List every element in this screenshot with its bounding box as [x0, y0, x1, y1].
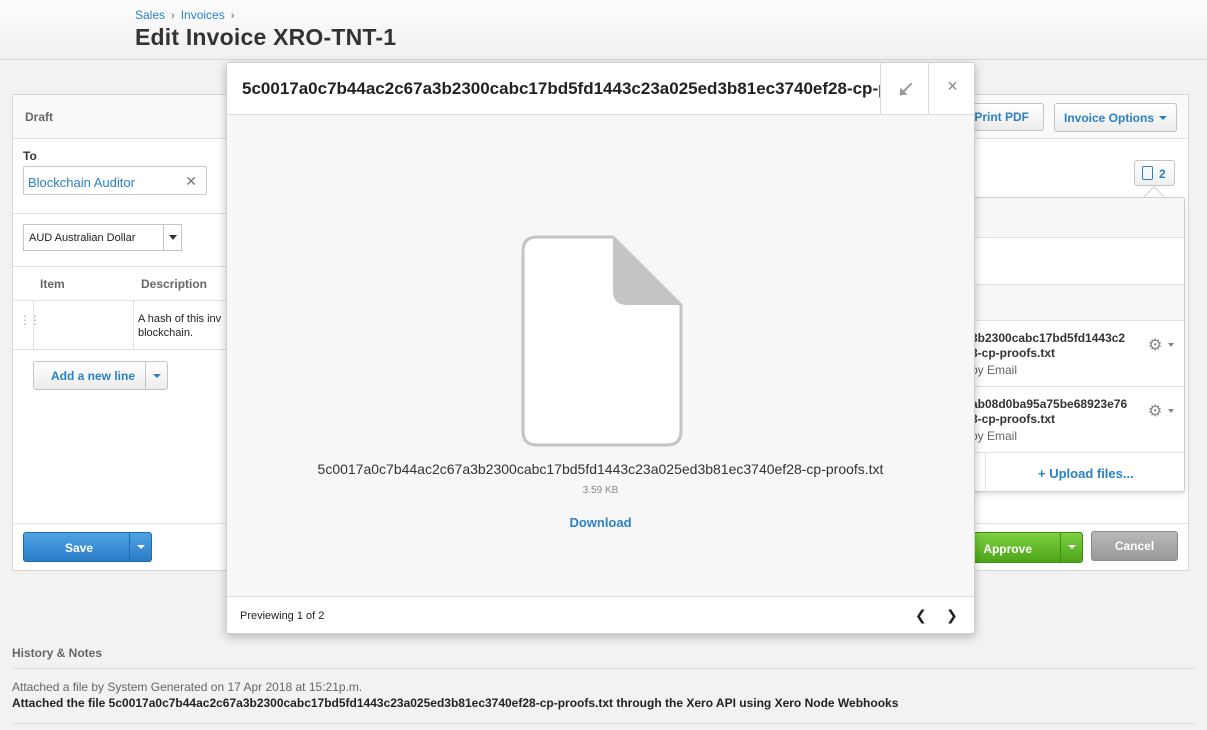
caret-down-icon — [1168, 409, 1174, 413]
breadcrumb-sales-link[interactable]: Sales — [135, 8, 165, 22]
add-line-button[interactable]: Add a new line — [33, 361, 168, 390]
clear-icon[interactable]: ✕ — [185, 173, 197, 190]
add-line-label: Add a new line — [51, 368, 136, 383]
caret-down-icon — [152, 373, 161, 378]
attachment-name-line: 3-cp-proofs.txt — [971, 412, 1055, 426]
attachment-row[interactable]: ab08d0ba95a75be68923e76 3-cp-proofs.txt … — [961, 387, 1184, 453]
invoice-options-label: Invoice Options — [1063, 110, 1154, 125]
line-description-text: A hash of this inv — [138, 313, 222, 325]
divider — [13, 349, 226, 350]
column-header-description: Description — [141, 277, 208, 291]
expand-button[interactable] — [880, 63, 928, 115]
save-label: Save — [65, 541, 94, 555]
breadcrumb: Sales › Invoices › — [135, 8, 240, 22]
save-dropdown[interactable] — [129, 533, 151, 561]
close-icon: × — [947, 76, 958, 96]
document-icon — [521, 235, 683, 447]
attachment-name-line: 3-cp-proofs.txt — [971, 346, 1055, 360]
invoice-options-button[interactable]: Invoice Options — [1054, 103, 1177, 132]
popover-header — [961, 198, 1184, 238]
gear-icon[interactable]: ⚙ — [1148, 335, 1162, 355]
breadcrumb-separator: › — [230, 10, 235, 22]
print-pdf-button[interactable]: Print PDF — [971, 103, 1044, 131]
gear-icon[interactable]: ⚙ — [1148, 401, 1162, 421]
attachment-source: by Email — [971, 363, 1018, 377]
line-description-text: blockchain. — [138, 327, 194, 339]
attachments-count: 2 — [1159, 167, 1166, 181]
attachment-source: by Email — [971, 429, 1018, 443]
page-title: Edit Invoice XRO-TNT-1 — [135, 24, 397, 50]
column-header-item: Item — [40, 277, 65, 291]
attachments-button[interactable]: 2 — [1134, 160, 1175, 186]
upload-files-link[interactable]: + Upload files... — [1038, 466, 1134, 481]
divider — [12, 723, 1196, 724]
save-button[interactable]: Save — [23, 532, 152, 562]
attachment-name: ab08d0ba95a75be68923e76 3-cp-proofs.txt — [971, 397, 1127, 427]
expand-icon — [899, 82, 913, 96]
currency-value: AUD Australian Dollar — [29, 232, 136, 244]
download-link[interactable]: Download — [227, 515, 974, 530]
breadcrumb-invoices-link[interactable]: Invoices — [181, 8, 225, 22]
cell-divider — [33, 300, 34, 349]
history-title: History & Notes — [12, 646, 103, 660]
cancel-button[interactable]: Cancel — [1091, 531, 1178, 561]
currency-select[interactable]: AUD Australian Dollar — [23, 224, 182, 251]
dropdown-arrow-icon[interactable] — [163, 225, 181, 250]
attachment-row[interactable]: 3b2300cabc17bd5fd1443c2 3-cp-proofs.txt … — [961, 321, 1184, 387]
breadcrumb-separator: › — [171, 10, 175, 22]
preview-file-size: 3.59 KB — [582, 485, 619, 496]
caret-down-icon — [1159, 115, 1167, 120]
preview-counter: Previewing 1 of 2 — [240, 610, 325, 622]
to-label: To — [23, 149, 37, 163]
approve-dropdown[interactable] — [1060, 533, 1082, 562]
modal-footer: Previewing 1 of 2 ❮ ❯ — [227, 596, 974, 633]
status-label: Draft — [25, 110, 54, 124]
preview-file-name: 5c0017a0c7b44ac2c67a3b2300cabc17bd5fd144… — [317, 461, 884, 477]
history-entry: Attached the file 5c0017a0c7b44ac2c67a3b… — [12, 696, 899, 710]
modal-header: 5c0017a0c7b44ac2c67a3b2300cabc17bd5fd144… — [227, 63, 974, 115]
to-contact-value: Blockchain Auditor — [28, 175, 135, 190]
divider — [13, 300, 226, 301]
history-meta: Attached a file by System Generated on 1… — [12, 680, 363, 694]
close-button[interactable]: × — [928, 63, 974, 115]
to-contact-field[interactable]: Blockchain Auditor ✕ — [23, 166, 207, 195]
attachment-icon — [1142, 166, 1153, 180]
page-header: Sales › Invoices › Edit Invoice XRO-TNT-1 — [0, 0, 1207, 60]
divider — [12, 668, 1196, 669]
file-preview-modal: 5c0017a0c7b44ac2c67a3b2300cabc17bd5fd144… — [226, 62, 975, 634]
attachment-name-line: 3b2300cabc17bd5fd1443c2 — [971, 331, 1126, 345]
caret-down-icon — [1168, 343, 1174, 347]
print-pdf-label: Print PDF — [974, 110, 1029, 124]
modal-title: 5c0017a0c7b44ac2c67a3b2300cabc17bd5fd144… — [242, 79, 880, 98]
line-description-cell[interactable]: A hash of this inv blockchain. — [138, 312, 228, 340]
attachment-name: 3b2300cabc17bd5fd1443c2 3-cp-proofs.txt — [971, 331, 1125, 361]
divider — [13, 266, 226, 267]
attachments-popover: 3b2300cabc17bd5fd1443c2 3-cp-proofs.txt … — [960, 197, 1185, 493]
previous-arrow-icon[interactable]: ❮ — [915, 607, 927, 624]
drag-handle-icon[interactable]: ⋮⋮ — [19, 313, 41, 327]
divider — [985, 453, 986, 493]
cell-divider — [133, 300, 134, 349]
popover-section — [961, 284, 1184, 321]
next-arrow-icon[interactable]: ❯ — [946, 607, 958, 624]
add-line-dropdown[interactable] — [145, 362, 167, 389]
divider — [13, 213, 226, 214]
attachment-name-line: ab08d0ba95a75be68923e76 — [971, 397, 1128, 411]
